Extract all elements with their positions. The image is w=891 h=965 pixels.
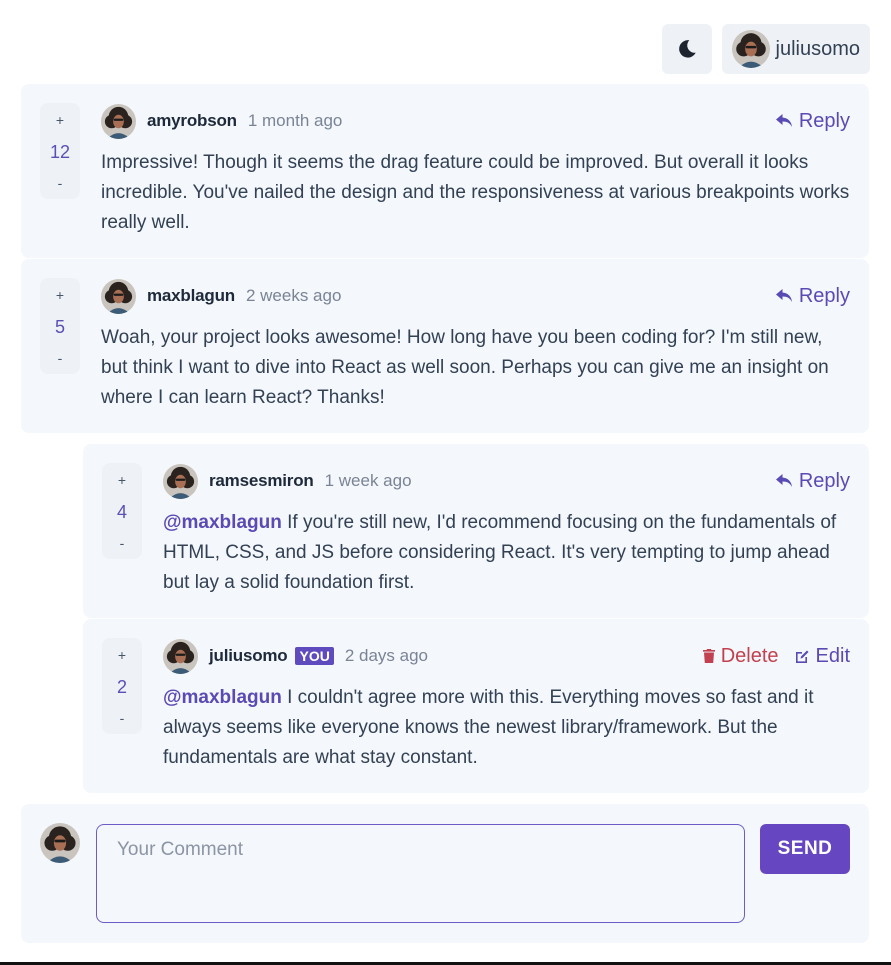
reply-label: Reply (798, 109, 850, 132)
upvote-button[interactable]: + (56, 288, 64, 302)
avatar (163, 464, 198, 499)
downvote-button[interactable]: - (58, 351, 63, 365)
mention-link[interactable]: @maxblagun (163, 687, 282, 708)
comment-time: 1 month ago (247, 111, 343, 130)
comment-text: @maxblagun I couldn't agree more with th… (163, 683, 850, 773)
comment-text: @maxblagun If you're still new, I'd reco… (163, 508, 850, 598)
comment-text: Woah, your project looks awesome! How lo… (101, 327, 829, 408)
avatar (732, 30, 770, 68)
moon-icon (678, 40, 696, 58)
avatar (101, 279, 136, 314)
comment-username: juliusomo (209, 646, 288, 665)
trash-icon (702, 649, 715, 663)
upvote-button[interactable]: + (56, 113, 64, 127)
delete-button[interactable]: Delete (702, 644, 779, 668)
downvote-button[interactable]: - (120, 711, 125, 725)
comment-time: 1 week ago (324, 471, 412, 490)
comment-header: maxblagun 2 weeks ago Reply (101, 278, 850, 314)
reply-card: + 4 - ramsesmiron 1 week ago Reply @maxb… (83, 444, 869, 618)
avatar (101, 104, 136, 139)
upvote-button[interactable]: + (118, 473, 126, 487)
mention-link[interactable]: @maxblagun (163, 512, 282, 533)
reply-arrow-icon (775, 113, 792, 127)
score: 4 (116, 501, 127, 522)
comment-username: maxblagun (147, 286, 235, 305)
score: 2 (116, 676, 127, 697)
you-badge: YOU (295, 647, 334, 665)
vote-control: + 5 - (40, 278, 80, 374)
reply-button[interactable]: Reply (775, 284, 850, 308)
edit-button[interactable]: Edit (795, 645, 850, 668)
reply-card: + 2 - juliusomo YOU 2 days ago Delete Ed… (83, 619, 869, 793)
comment-text: Impressive! Though it seems the drag fea… (101, 152, 850, 233)
downvote-button[interactable]: - (58, 176, 63, 190)
upvote-button[interactable]: + (118, 648, 126, 662)
reply-arrow-icon (775, 288, 792, 302)
avatar (163, 639, 198, 674)
comment-time: 2 days ago (344, 646, 429, 665)
vote-control: + 12 - (40, 103, 80, 199)
reply-label: Reply (798, 469, 850, 492)
comment-card: + 12 - amyrobson 1 month ago Reply Impre… (21, 84, 869, 258)
reply-button[interactable]: Reply (775, 469, 850, 493)
comment-header: juliusomo YOU 2 days ago Delete Edit (163, 638, 850, 674)
comment-header: amyrobson 1 month ago Reply (101, 103, 850, 139)
reply-label: Reply (798, 284, 850, 307)
comment-card: + 5 - maxblagun 2 weeks ago Reply Woah, … (21, 259, 869, 433)
score: 12 (49, 141, 71, 162)
edit-label: Edit (815, 644, 850, 667)
comment-username: ramsesmiron (209, 471, 314, 490)
vote-control: + 2 - (102, 638, 142, 734)
top-bar: juliusomo (661, 24, 870, 74)
vote-control: + 4 - (102, 463, 142, 559)
pencil-icon (795, 650, 809, 663)
reply-button[interactable]: Reply (775, 109, 850, 133)
comment-time: 2 weeks ago (245, 286, 342, 305)
comment-composer: SEND (21, 804, 869, 943)
delete-label: Delete (720, 644, 779, 667)
theme-toggle-button[interactable] (661, 24, 712, 74)
send-button[interactable]: SEND (760, 824, 850, 874)
current-username: juliusomo (775, 37, 860, 60)
comment-header: ramsesmiron 1 week ago Reply (163, 463, 850, 499)
downvote-button[interactable]: - (120, 536, 125, 550)
current-user-chip[interactable]: juliusomo (721, 24, 870, 74)
comment-input[interactable] (96, 824, 745, 923)
score: 5 (54, 316, 65, 337)
comment-username: amyrobson (147, 111, 237, 130)
reply-arrow-icon (775, 473, 792, 487)
avatar (40, 823, 80, 863)
